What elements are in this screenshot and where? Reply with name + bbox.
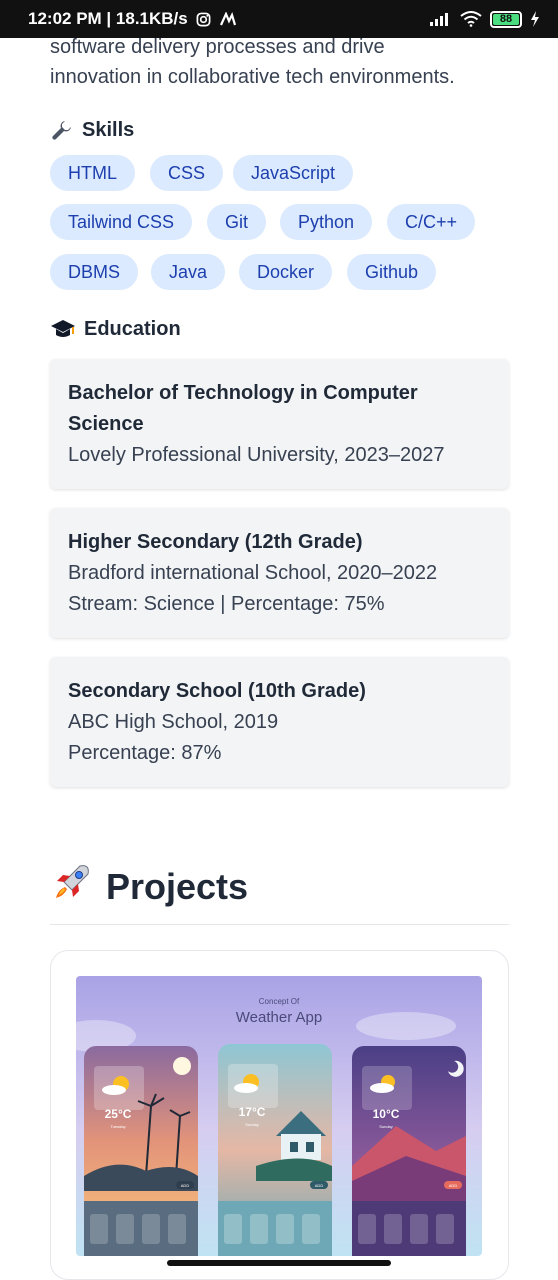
- education-card: Bachelor of Technology in Computer Scien…: [50, 359, 509, 489]
- skill-chip-git: Git: [207, 204, 267, 240]
- skill-chip-css: CSS: [150, 155, 224, 191]
- degree-title: Higher Secondary (12th Grade): [68, 531, 363, 553]
- phone-day: Sunday: [245, 1122, 259, 1127]
- signal-icon: [430, 12, 452, 26]
- skill-chip-java: Java: [151, 254, 226, 290]
- institution: Bradford international School, 2020–2022: [68, 562, 438, 584]
- section-divider: [50, 924, 509, 925]
- project-thumbnail[interactable]: Concept Of Weather App 25°C Tuesday ADD …: [76, 976, 482, 1256]
- degree-title: Bachelor of Technology in Computer Scien…: [68, 382, 418, 435]
- education-heading: Education: [50, 317, 181, 341]
- skill-chip-c-cpp: C/C++: [387, 204, 476, 240]
- skill-chip-github: Github: [347, 254, 437, 290]
- education-heading-label: Education: [84, 317, 181, 340]
- education-card: Higher Secondary (12th Grade) Bradford i…: [50, 508, 509, 638]
- status-bar: 12:02 PM | 18.1KB/s 88: [0, 0, 558, 38]
- phone-add-button: ADD: [181, 1183, 190, 1188]
- instagram-icon: [196, 12, 211, 27]
- skills-heading-label: Skills: [82, 118, 135, 141]
- skill-chip-docker: Docker: [239, 254, 333, 290]
- phone-day: Tuesday: [110, 1124, 125, 1129]
- education-detail: Stream: Science | Percentage: 75%: [68, 593, 385, 615]
- home-indicator[interactable]: [167, 1260, 391, 1266]
- app-notification-icon: [219, 11, 237, 27]
- institution: Lovely Professional University, 2023–202…: [68, 444, 445, 466]
- education-detail: Percentage: 87%: [68, 742, 222, 764]
- education-card: Secondary School (10th Grade) ABC High S…: [50, 657, 509, 787]
- phone-add-button: ADD: [315, 1183, 324, 1188]
- graduation-cap-icon: [50, 317, 76, 341]
- rocket-icon: [50, 860, 94, 913]
- skill-chip-dbms: DBMS: [50, 254, 139, 290]
- about-text: software delivery processes and drive in…: [50, 32, 520, 92]
- charging-icon: [530, 11, 540, 27]
- skills-heading: Skills: [50, 118, 134, 142]
- phone-temp: 25°C: [105, 1107, 132, 1121]
- skill-chip-html: HTML: [50, 155, 135, 191]
- phone-temp: 17°C: [239, 1105, 266, 1119]
- about-text-line: innovation in collaborative tech environ…: [50, 66, 455, 88]
- wrench-icon: [50, 118, 74, 142]
- institution: ABC High School, 2019: [68, 711, 279, 733]
- wifi-icon: [460, 11, 482, 27]
- phone-add-button: ADD: [449, 1183, 458, 1188]
- skill-chip-tailwind: Tailwind CSS: [50, 204, 193, 240]
- thumbnail-caption-title: Weather App: [236, 1009, 322, 1026]
- phone-temp: 10°C: [373, 1107, 400, 1121]
- projects-heading: Projects: [50, 860, 248, 913]
- status-time: 12:02 PM | 18.1KB/s: [28, 9, 188, 28]
- degree-title: Secondary School (10th Grade): [68, 680, 366, 702]
- thumbnail-caption-small: Concept Of: [259, 997, 300, 1006]
- phone-day: Sunday: [379, 1124, 393, 1129]
- skill-chip-javascript: JavaScript: [233, 155, 354, 191]
- projects-heading-label: Projects: [106, 865, 249, 907]
- skill-chip-python: Python: [280, 204, 373, 240]
- battery-icon: 88: [490, 10, 522, 28]
